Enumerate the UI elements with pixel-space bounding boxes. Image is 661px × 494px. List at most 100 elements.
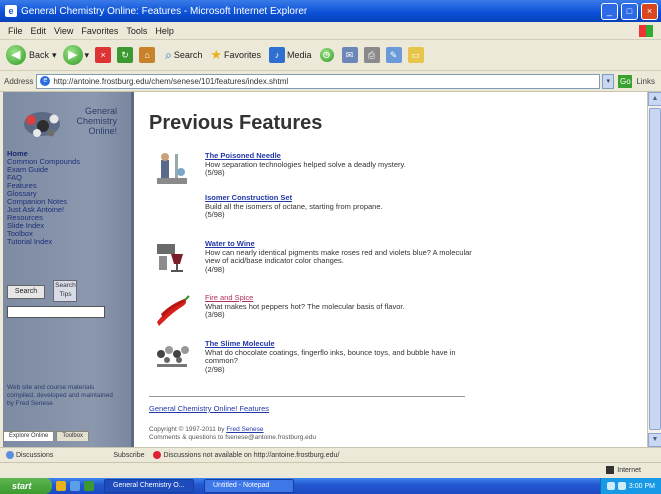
feature-date: (2/98) xyxy=(205,364,225,374)
nav-companion-notes[interactable]: Companion Notes xyxy=(7,198,125,206)
discussion-icon xyxy=(6,451,14,459)
feature-item: The Slime Molecule What do chocolate coa… xyxy=(149,338,479,378)
menu-view[interactable]: View xyxy=(54,26,73,36)
page-icon: e xyxy=(40,76,51,86)
window-title: General Chemistry Online: Features - Mic… xyxy=(21,5,308,17)
back-arrow-icon: ◀ xyxy=(6,45,26,65)
feature-desc: What do chocolate coatings, fingerflo in… xyxy=(205,347,456,365)
quicklaunch-media-icon[interactable] xyxy=(84,481,94,491)
media-button[interactable]: ♪ Media xyxy=(269,47,312,63)
nav-common-compounds[interactable]: Common Compounds xyxy=(7,158,125,166)
nav-just-ask-antoine[interactable]: Just Ask Antoine! xyxy=(7,206,125,214)
page-title: Previous Features xyxy=(149,112,323,134)
tab-toolbox[interactable]: Toolbox xyxy=(56,431,90,441)
wine-glass-icon xyxy=(157,244,183,272)
scroll-thumb[interactable] xyxy=(649,108,661,430)
windows-logo-icon xyxy=(639,24,653,37)
go-button[interactable]: Go xyxy=(618,74,633,88)
tray-network-icon[interactable] xyxy=(606,482,615,490)
folder-button[interactable]: ▭ xyxy=(407,47,424,63)
feature-date: (4/98) xyxy=(205,264,225,274)
taskbar-item-browser[interactable]: General Chemistry O... xyxy=(104,479,194,493)
address-dropdown-icon[interactable]: ▾ xyxy=(602,73,615,89)
mail-button[interactable]: ✉ xyxy=(341,47,358,63)
links-button[interactable]: Links xyxy=(636,77,655,86)
search-button[interactable]: ⌕ Search xyxy=(165,48,202,63)
feature-desc: How can nearly identical pigments make r… xyxy=(205,247,472,265)
feature-text: Water to Wine How can nearly identical p… xyxy=(205,239,485,274)
nav-tutorial-index[interactable]: Tutorial Index xyxy=(7,238,125,246)
site-search-button[interactable]: Search xyxy=(7,285,45,299)
feature-item: Isomer Construction Set Build all the is… xyxy=(149,192,479,232)
footer-features-link[interactable]: General Chemistry Online! Features xyxy=(149,404,269,413)
subscribe-button[interactable]: Subscribe xyxy=(113,452,144,459)
menu-help[interactable]: Help xyxy=(155,26,174,36)
nav-resources[interactable]: Resources xyxy=(7,214,125,222)
nav-features[interactable]: Features xyxy=(7,182,125,190)
feature-text: Isomer Construction Set Build all the is… xyxy=(205,193,485,220)
folder-icon: ▭ xyxy=(407,47,424,63)
vertical-scrollbar[interactable]: ▲ ▼ xyxy=(647,92,661,447)
home-button[interactable]: ⌂ xyxy=(139,47,156,63)
main-content: Previous Features The Poisoned Needle Ho… xyxy=(137,92,647,447)
quicklaunch-ie-icon[interactable] xyxy=(70,481,80,491)
sidebar-tabs: Explore Online Toolbox xyxy=(3,431,127,441)
nav-toolbox[interactable]: Toolbox xyxy=(7,230,125,238)
nav-faq[interactable]: FAQ xyxy=(7,174,125,182)
favorites-button[interactable]: ★ Favorites xyxy=(210,47,261,63)
menu-tools[interactable]: Tools xyxy=(126,26,147,36)
site-search-input[interactable] xyxy=(7,306,105,318)
tab-explore-online[interactable]: Explore Online xyxy=(3,431,55,441)
menu-favorites[interactable]: Favorites xyxy=(81,26,118,36)
stop-button[interactable]: × xyxy=(95,47,112,63)
search-icon: ⌕ xyxy=(165,47,172,62)
address-label: Address xyxy=(4,76,34,86)
copyright-line-2: Comments & questions to fsenese@antoine.… xyxy=(149,433,317,441)
refresh-icon: ↻ xyxy=(117,47,134,63)
footer-divider xyxy=(149,396,465,397)
media-icon: ♪ xyxy=(269,47,286,63)
zone-label: Internet xyxy=(617,466,641,474)
scroll-down-icon[interactable]: ▼ xyxy=(648,433,661,447)
search-tips-button[interactable]: Search Tips xyxy=(53,280,78,302)
logo-line-1: General xyxy=(84,106,117,116)
history-button[interactable]: ◷ xyxy=(319,48,334,62)
star-icon: ★ xyxy=(210,47,222,62)
taskbar-item-notepad[interactable]: Untitled - Notepad xyxy=(204,479,294,493)
scroll-up-icon[interactable]: ▲ xyxy=(648,92,661,106)
close-button[interactable]: × xyxy=(641,2,658,20)
nav-slide-index[interactable]: Slide Index xyxy=(7,222,125,230)
site-search: Search Search Tips xyxy=(7,280,119,318)
tray-volume-icon[interactable] xyxy=(617,482,626,490)
address-bar: Address e http://antoine.frostburg.edu/c… xyxy=(0,71,661,92)
minimize-button[interactable]: _ xyxy=(601,2,618,20)
discussions-bar: Discussions Subscribe Discussions not av… xyxy=(0,447,661,462)
address-input[interactable]: e http://antoine.frostburg.edu/chem/sene… xyxy=(36,73,601,89)
start-button[interactable]: start xyxy=(0,478,52,494)
menu-edit[interactable]: Edit xyxy=(31,26,47,36)
print-icon: ⎙ xyxy=(363,47,380,63)
copyright-author-link[interactable]: Fred Senese xyxy=(226,426,263,433)
feature-date: (5/98) xyxy=(205,168,225,177)
refresh-button[interactable]: ↻ xyxy=(117,47,134,63)
maximize-button[interactable]: □ xyxy=(621,2,638,20)
print-button[interactable]: ⎙ xyxy=(363,47,380,63)
nav-glossary[interactable]: Glossary xyxy=(7,190,125,198)
quicklaunch-folder-icon[interactable] xyxy=(56,481,66,491)
nav-home[interactable]: Home xyxy=(7,150,125,158)
discussions-button[interactable]: Discussions xyxy=(6,451,53,459)
feature-text: The Slime Molecule What do chocolate coa… xyxy=(205,339,485,374)
feature-desc: What makes hot peppers hot? The molecula… xyxy=(205,301,405,311)
search-label: Search xyxy=(173,50,203,60)
site-logo[interactable]: General Chemistry Online! xyxy=(21,102,121,150)
stop-icon: × xyxy=(95,47,112,63)
nav-exam-guide[interactable]: Exam Guide xyxy=(7,166,125,174)
menu-file[interactable]: File xyxy=(8,26,23,36)
forward-button[interactable]: ▶ ▾ xyxy=(62,45,89,65)
back-label: Back xyxy=(29,50,50,60)
edit-button[interactable]: ✎ xyxy=(385,47,402,63)
window-titlebar[interactable]: e General Chemistry Online: Features - M… xyxy=(0,0,661,22)
favorites-label: Favorites xyxy=(224,50,262,60)
feature-text: The Poisoned Needle How separation techn… xyxy=(205,151,485,178)
back-button[interactable]: ◀ Back ▾ xyxy=(6,45,57,65)
